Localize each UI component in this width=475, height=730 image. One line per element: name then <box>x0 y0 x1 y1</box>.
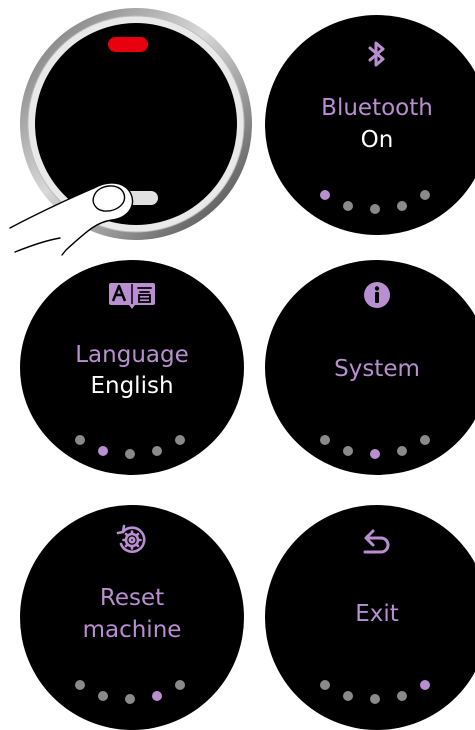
bluetooth-value: On <box>360 127 394 153</box>
page-dot <box>343 446 353 456</box>
screen-language: Language English <box>20 260 244 475</box>
page-dot <box>75 435 85 445</box>
screen-reset: Reset machine <box>20 505 244 730</box>
page-dot <box>397 691 407 701</box>
page-dot-active <box>320 190 330 200</box>
exit-title: Exit <box>355 601 399 627</box>
page-dot <box>370 694 380 704</box>
page-dot-active <box>420 680 430 690</box>
page-dot <box>175 680 185 690</box>
page-dot <box>343 691 353 701</box>
language-title: Language <box>75 342 189 368</box>
language-icon <box>109 283 155 309</box>
reset-title: Reset <box>99 585 165 611</box>
page-dot <box>320 435 330 445</box>
screen-exit: Exit <box>265 505 475 730</box>
screen-bluetooth: Bluetooth On <box>265 15 475 235</box>
back-arrow-icon <box>363 529 390 554</box>
reset-value: machine <box>82 617 182 643</box>
page-dot-active <box>370 449 380 459</box>
page-dot-active <box>152 691 162 701</box>
page-dot <box>125 694 135 704</box>
page-dot <box>420 435 430 445</box>
page-dot <box>370 204 380 214</box>
page-dot <box>343 201 353 211</box>
page-dot <box>397 201 407 211</box>
page-dot <box>75 680 85 690</box>
fingernail-icon <box>92 185 126 212</box>
info-icon <box>364 282 390 308</box>
language-value: English <box>90 373 174 399</box>
page-dot <box>125 449 135 459</box>
red-indicator-light <box>108 37 148 52</box>
page-dot <box>397 446 407 456</box>
bluetooth-icon <box>368 41 385 67</box>
page-dot-active <box>98 446 108 456</box>
screen-system: System <box>265 260 475 475</box>
device-illustration <box>9 8 252 256</box>
system-title: System <box>334 356 420 382</box>
page-dot <box>98 691 108 701</box>
bluetooth-title: Bluetooth <box>321 95 433 121</box>
page-dot <box>152 446 162 456</box>
page-dot <box>420 190 430 200</box>
page-dot <box>175 435 185 445</box>
page-dot <box>320 680 330 690</box>
reset-gear-icon <box>116 524 146 553</box>
